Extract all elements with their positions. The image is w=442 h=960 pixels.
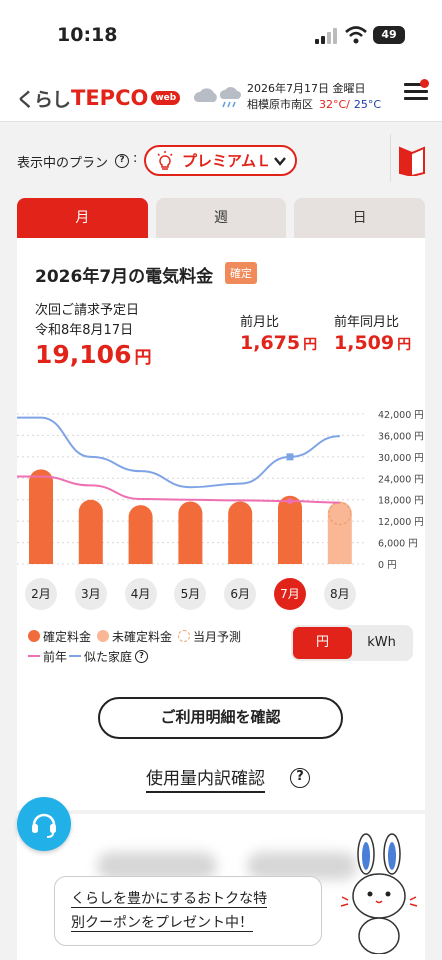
plan-help-icon[interactable]: ? <box>115 154 129 168</box>
header-location: 相模原市南区 32°C/25°C <box>247 96 381 112</box>
tab-day[interactable]: 日 <box>294 198 426 238</box>
lightbulb-icon <box>157 150 173 170</box>
chart-y-tick-label: 42,000 円 <box>378 410 424 421</box>
chart-bar-confirmed <box>178 501 203 564</box>
bill-amount-unit: 円 <box>134 348 152 368</box>
header-date: 2026年7月17日 金曜日 <box>247 82 366 95</box>
mom-label: 前月比 <box>240 315 280 330</box>
guide-book-icon[interactable] <box>399 146 425 176</box>
month-button[interactable]: 8月 <box>323 578 356 610</box>
similar-help-icon[interactable]: ? <box>135 649 149 663</box>
next-bill-label: 次回ご請求予定日 <box>35 303 140 318</box>
status-bar: 10:18 49 <box>0 0 442 64</box>
plan-colon: : <box>133 151 138 166</box>
unit-yen-button[interactable]: 円 <box>293 627 352 659</box>
temp-high: 32°C/ <box>319 98 350 111</box>
bill-title: 2026年7月の電気料金 <box>35 267 214 287</box>
logo-tepco: TEPCO <box>71 86 149 110</box>
plan-label: 表示中のプラン <box>17 156 109 171</box>
yoy-amount: 1,509 <box>334 332 395 354</box>
notification-dot <box>420 79 429 88</box>
unit-toggle: 円 kWh <box>291 625 413 661</box>
legend-similar: 似た家庭 <box>84 649 133 664</box>
chart-bar-confirmed <box>228 501 253 564</box>
rabbit-mascot[interactable] <box>336 832 422 954</box>
legend-similar-swatch <box>69 655 82 657</box>
chart-line-prev-year-marker <box>287 498 293 505</box>
promo-line-2: 別クーポンをプレゼント中！ <box>71 915 253 932</box>
plan-select[interactable]: プレミアムＬ <box>144 145 297 176</box>
battery-icon: 49 <box>373 26 405 44</box>
month-button[interactable]: 2月 <box>25 578 57 610</box>
chart-y-tick-label: 18,000 円 <box>378 496 424 507</box>
logo-web-badge: web <box>151 91 181 105</box>
legend-prev-year: 前年 <box>43 649 68 664</box>
mom-unit: 円 <box>303 337 318 353</box>
legend-forecast: 当月予測 <box>193 629 242 644</box>
chart-legend: 確定料金 未確定料金 当月予測 前年 似た家庭 ? <box>28 626 241 666</box>
chart-y-tick-label: 30,000 円 <box>378 453 424 464</box>
status-badge: 確定 <box>225 262 257 284</box>
tepco-logo[interactable]: くらし TEPCO web <box>16 86 181 111</box>
coupon-promo-link[interactable]: くらしを豊かにするおトクな特 別クーポンをプレゼント中！ <box>54 876 322 946</box>
chart-y-tick-label: 36,000 円 <box>378 431 424 442</box>
header-divider <box>390 134 391 182</box>
mom-amount: 1,675 <box>240 332 301 354</box>
weather-cloud-rain-icon <box>193 87 241 108</box>
usage-help-icon[interactable]: ? <box>290 768 310 788</box>
month-selector: 2月 3月 4月 5月 6月 7月 8月 <box>17 576 425 612</box>
headset-icon <box>32 813 56 838</box>
legend-prev-year-swatch <box>28 655 40 657</box>
wifi-icon <box>345 26 367 44</box>
bill-amount-value: 19,106 <box>35 340 132 369</box>
legend-confirmed: 確定料金 <box>43 629 92 644</box>
view-statement-button[interactable]: ご利用明細を確認 <box>98 697 343 739</box>
chart-bar-confirmed <box>128 505 153 564</box>
chart-line-similar <box>17 416 340 489</box>
next-bill-date: 令和8年8月17日 <box>35 323 134 338</box>
chart-bar-confirmed <box>278 495 302 564</box>
yoy-unit: 円 <box>397 337 412 353</box>
unit-kwh-button[interactable]: kWh <box>352 627 411 659</box>
promo-line-1: くらしを豊かにするおトクな特 <box>71 891 268 908</box>
month-button[interactable]: 6月 <box>224 578 257 610</box>
chart-line-similar-marker <box>286 453 294 461</box>
chart-bar-unconfirmed <box>327 501 352 564</box>
chevron-down-icon <box>274 157 286 166</box>
period-tabs: 月 週 日 <box>17 198 426 238</box>
month-button[interactable]: 3月 <box>74 578 107 610</box>
logo-kurashi: くらし <box>16 88 71 111</box>
legend-unconfirmed-swatch <box>97 630 110 642</box>
bill-chart: 42,000 円 36,000 円 30,000 円 24,000 円 18,000 円… <box>17 410 424 571</box>
chart-y-tick-label: 12,000 円 <box>378 517 424 528</box>
tab-week[interactable]: 週 <box>155 198 287 238</box>
legend-unconfirmed: 未確定料金 <box>112 629 173 644</box>
legend-forecast-swatch <box>178 630 191 642</box>
plan-value: プレミアムＬ <box>182 152 271 170</box>
signal-icon <box>315 28 337 44</box>
chart-y-tick-label: 6,000 円 <box>378 539 418 550</box>
tab-month[interactable]: 月 <box>17 198 148 238</box>
month-button[interactable]: 7月 <box>274 578 306 610</box>
bill-amount: 19,106 円 <box>35 340 151 369</box>
chart-bar-confirmed <box>29 469 53 564</box>
yoy-label: 前年同月比 <box>334 315 400 330</box>
support-chat-button[interactable] <box>17 797 71 851</box>
status-time: 10:18 <box>57 24 118 46</box>
chart-y-tick-label: 24,000 円 <box>378 474 424 485</box>
chart-bar-confirmed <box>78 499 103 564</box>
location-name: 相模原市南区 <box>247 98 313 111</box>
temp-low: 25°C <box>353 98 382 111</box>
chart-y-tick-label: 0 円 <box>378 560 397 571</box>
usage-breakdown-link[interactable]: 使用量内訳確認 <box>146 764 265 793</box>
month-button[interactable]: 4月 <box>124 578 157 610</box>
legend-confirmed-swatch <box>28 630 40 642</box>
month-button[interactable]: 5月 <box>174 578 207 610</box>
mom-value: 1,675 円 <box>240 332 317 354</box>
yoy-value: 1,509 円 <box>334 332 411 354</box>
